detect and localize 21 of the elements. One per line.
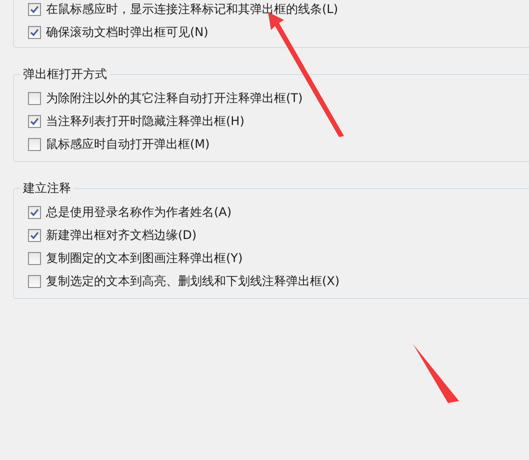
checkbox[interactable]	[28, 2, 41, 16]
option-label[interactable]: 复制选定的文本到高亮、删划线和下划线注释弹出框(X)	[46, 272, 340, 290]
checkbox[interactable]	[28, 228, 41, 242]
option-label[interactable]: 总是使用登录名称作为作者姓名(A)	[46, 204, 232, 220]
option-label[interactable]: 新建弹出框对齐文档边缘(D)	[46, 226, 197, 244]
checkbox[interactable]	[28, 114, 41, 128]
group-title: 建立注释	[22, 180, 72, 197]
option-label[interactable]: 确保滚动文档时弹出框可见(N)	[46, 24, 208, 40]
option-label[interactable]: 当注释列表打开时隐藏注释弹出框(H)	[46, 112, 244, 130]
checkbox[interactable]	[28, 92, 41, 104]
option-label[interactable]: 复制圈定的文本到图画注释弹出框(Y)	[46, 250, 243, 266]
checkbox[interactable]	[28, 206, 41, 218]
option-label[interactable]: 为除附注以外的其它注释自动打开注释弹出框(T)	[46, 90, 303, 106]
arrow-icon	[412, 343, 460, 403]
checkbox[interactable]	[28, 26, 41, 38]
option-label[interactable]: 在鼠标感应时，显示连接注释标记和其弹出框的线条(L)	[46, 0, 338, 18]
option-label[interactable]: 鼠标感应时自动打开弹出框(M)	[46, 136, 210, 152]
group-title: 弹出框打开方式	[22, 66, 108, 83]
checkbox[interactable]	[28, 252, 41, 264]
checkbox[interactable]	[28, 274, 41, 288]
checkbox[interactable]	[28, 138, 41, 150]
